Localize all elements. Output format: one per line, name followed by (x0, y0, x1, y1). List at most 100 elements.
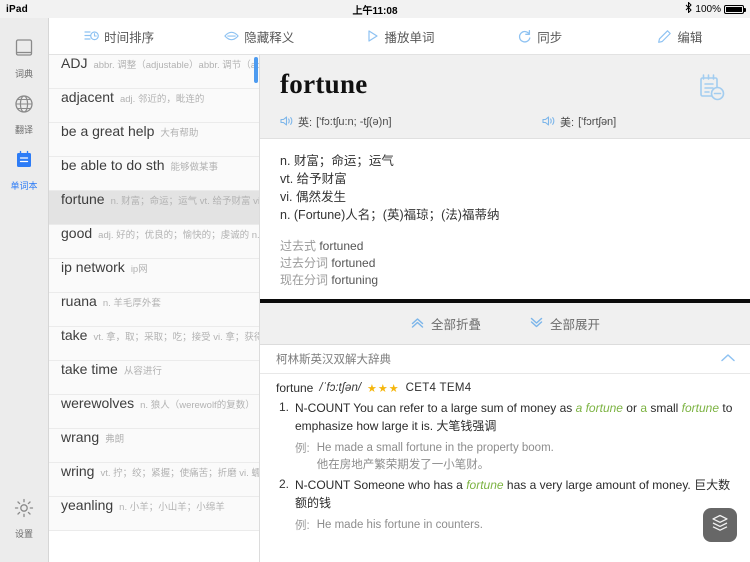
sidebar-item-dictionary[interactable]: 词典 (0, 30, 49, 86)
toolbar-sort-time[interactable]: 时间排序 (49, 27, 189, 46)
entry-ipa: /ˈfɔ:tʃən/ (319, 382, 362, 394)
example-label: 例: (295, 520, 310, 532)
definition-number: 1. (278, 400, 289, 414)
sidebar-item-label: 设置 (14, 529, 33, 539)
definition-fragment: fortune (681, 401, 720, 415)
list-scrollbar[interactable] (254, 57, 258, 83)
word-list-panel: ADJ abbr. 调整（adjustable）abbr. 调节（adjac adj… (49, 18, 260, 562)
phonetic-us[interactable]: 美: ['fɔrtʃən] (542, 114, 616, 130)
sidebar-item-settings[interactable]: 设置 (0, 490, 49, 562)
definition-fragment: You can refer to a large sum of money as (353, 401, 576, 415)
phonetic-uk[interactable]: 英: ['fɔ:tʃu:n; -tʃ(ə)n] (280, 114, 542, 130)
definition-pos: N-COUNT (295, 401, 354, 415)
collapse-all-button[interactable]: 全部折叠 (410, 314, 481, 333)
example-label: 例: (295, 443, 310, 455)
bluetooth-icon (685, 1, 693, 16)
sidebar-item-wordbook[interactable]: 单词本 (0, 142, 49, 198)
word-list-item[interactable]: good adj. 好的；优良的；愉快的；虔诚的 n. 好处 (49, 225, 259, 259)
word-list-item-word: wring (61, 463, 95, 479)
battery-percent: 100% (695, 3, 721, 15)
status-time: 上午11:08 (352, 5, 398, 17)
expand-all-button[interactable]: 全部展开 (529, 314, 600, 333)
word-list-item[interactable]: werewolves n. 狼人（werewolf的复数） (49, 395, 259, 429)
example-english: He made a small fortune in the property … (316, 442, 554, 454)
status-right-group: 100% (685, 1, 746, 16)
remove-from-wordbook-button[interactable] (694, 71, 728, 110)
eye-hidden-icon (224, 29, 240, 44)
word-list-item-word: take time (61, 361, 118, 377)
word-form-key: 过去式 (280, 239, 320, 253)
entry-stars: ★★★ (367, 382, 400, 395)
definition-fragment: fortune (466, 478, 504, 492)
toolbar-label: 同步 (537, 30, 563, 45)
word-list-item[interactable]: fortune n. 财富；命运；运气 vt. 给予财富 vi. 偶 (49, 191, 259, 225)
example-english: He made his fortune in counters. (316, 519, 483, 531)
speaker-icon[interactable] (542, 115, 556, 130)
status-bar: iPad 上午11:08 100% (0, 0, 750, 18)
definition-text: N-COUNT Someone who has a fortune has a … (295, 477, 734, 512)
word-list-item[interactable]: adjacent adj. 邻近的，毗连的 (49, 89, 259, 123)
word-list-item-definition: 大有帮助 (160, 128, 199, 139)
word-list-item[interactable]: take time 从容进行 (49, 361, 259, 395)
word-list-item-word: werewolves (61, 395, 135, 411)
word-list-item-definition: 从容进行 (123, 366, 162, 377)
speaker-icon[interactable] (280, 115, 294, 130)
word-forms: 过去式 fortuned 过去分词 fortuned 现在分词 fortuning (280, 238, 730, 289)
word-list-item-definition: vt. 拿，取；采取；吃；接受 vi. 拿；获得 (93, 332, 259, 343)
word-list-item[interactable]: ip network ip网 (49, 259, 259, 293)
toolbar-label: 编辑 (677, 30, 703, 45)
sync-icon (517, 29, 532, 44)
word-list-item[interactable]: wring vt. 拧；绞；紧握；使痛苦；折磨 vi. 蠕动； (49, 463, 259, 497)
word-list-item-word: be able to do sth (61, 157, 165, 173)
word-list-item-definition: 弗朗 (105, 434, 125, 445)
dictionary-header[interactable]: 柯林斯英汉双解大辞典 (260, 345, 750, 374)
sense-line: vi. 偶然发生 (280, 190, 346, 204)
word-list-item[interactable]: be a great help 大有帮助 (49, 123, 259, 157)
toolbar: 时间排序 隐藏释义 播放单词 同步 编辑 (49, 18, 750, 55)
definition-pos: N-COUNT (295, 478, 354, 492)
definition-fragment: or (622, 401, 641, 415)
word-list-item-word: ADJ (61, 55, 88, 71)
entry-headword: fortune (276, 381, 314, 395)
word-form-key: 现在分词 (280, 273, 332, 287)
example-body: He made his fortune in counters. (317, 517, 483, 534)
toolbar-sync[interactable]: 同步 (470, 27, 610, 46)
word-form-line: 过去式 fortuned (280, 238, 730, 255)
word-list-item[interactable]: ADJ abbr. 调整（adjustable）abbr. 调节（adjac (49, 55, 259, 89)
word-list-item-word: be a great help (61, 123, 155, 139)
toolbar-edit[interactable]: 编辑 (610, 27, 750, 46)
senses-block: n. 财富；命运；运气 vt. 给予财富 vi. 偶然发生 n. (Fortune)人… (260, 139, 750, 303)
toolbar-play-word[interactable]: 播放单词 (329, 27, 469, 46)
word-list-item-definition: n. 羊毛厚外套 (102, 298, 161, 309)
word-list-item-word: take (61, 327, 88, 343)
word-list[interactable]: ADJ abbr. 调整（adjustable）abbr. 调节（adjac adj… (49, 55, 259, 562)
word-list-item[interactable]: yeanling n. 小羊；小山羊；小绵羊 (49, 497, 259, 531)
sense-line: n. 财富；命运；运气 (280, 154, 394, 168)
definition-fragment: a fortune (575, 401, 623, 415)
sidebar-item-translate[interactable]: 翻译 (0, 86, 49, 142)
chevron-up-icon[interactable] (720, 350, 736, 368)
sense-line: n. (Fortune)人名；(英)福琼；(法)福蒂纳 (280, 208, 500, 222)
app-window: iPad 上午11:08 100% 词典 翻译 单词本 设置 ADJ abbr.… (0, 0, 750, 562)
word-list-item-definition: adj. 好的；优良的；愉快的；虔诚的 n. 好处 (98, 230, 259, 241)
word-list-item[interactable]: wrang 弗朗 (49, 429, 259, 463)
notebook-minus-icon (694, 74, 728, 109)
globe-icon (13, 93, 35, 120)
example-body: He made a small fortune in the property … (317, 440, 554, 474)
word-list-item-word: wrang (61, 429, 100, 445)
sidebar: 词典 翻译 单词本 设置 (0, 18, 49, 562)
definition-fragment: a (640, 401, 647, 415)
word-list-item[interactable]: take vt. 拿，取；采取；吃；接受 vi. 拿；获得 (49, 327, 259, 361)
layers-floating-button[interactable] (703, 508, 737, 542)
word-list-item[interactable]: ruana n. 羊毛厚外套 (49, 293, 259, 327)
example-block: 例: He made his fortune in counters. (295, 517, 734, 534)
collapse-bar: 全部折叠 全部展开 (260, 303, 750, 345)
word-list-item-word: adjacent (61, 89, 114, 105)
toolbar-hide-definition[interactable]: 隐藏释义 (189, 27, 329, 46)
sense-line: vt. 给予财富 (280, 172, 347, 186)
sidebar-item-label: 翻译 (14, 125, 33, 135)
word-list-item[interactable]: be able to do sth 能够做某事 (49, 157, 259, 191)
collapse-all-label: 全部折叠 (430, 318, 481, 332)
dictionary-name: 柯林斯英汉双解大辞典 (276, 354, 391, 366)
expand-all-label: 全部展开 (550, 318, 601, 332)
